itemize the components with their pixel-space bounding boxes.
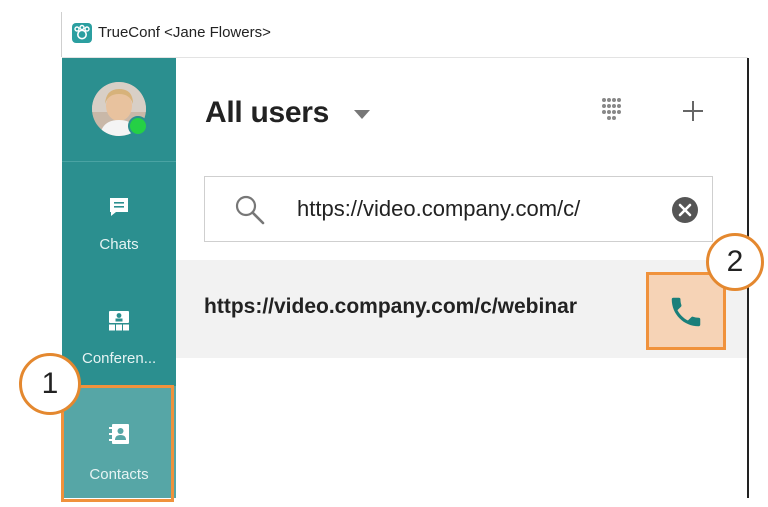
sidebar-item-label: Chats	[99, 236, 139, 253]
clear-search-icon[interactable]	[671, 196, 699, 224]
search-icon	[233, 193, 267, 227]
phone-icon	[671, 297, 701, 327]
window-title: TrueConf <Jane Flowers>	[98, 24, 271, 41]
result-address: https://video.company.com/c/webinar	[204, 295, 578, 318]
chevron-down-icon[interactable]	[354, 110, 370, 119]
step-callout-1: 1	[19, 353, 81, 415]
search-input[interactable]: https://video.company.com/c/	[204, 176, 713, 242]
call-button[interactable]	[646, 272, 726, 350]
contacts-filter-title[interactable]: All users	[205, 96, 329, 130]
list-item[interactable]: https://video.company.com/c/webinar	[176, 260, 747, 358]
dialpad-icon[interactable]	[598, 96, 626, 126]
online-status-indicator	[128, 116, 148, 136]
conference-icon	[107, 309, 131, 333]
plus-icon[interactable]	[680, 98, 706, 124]
title-bar: TrueConf <Jane Flowers>	[62, 12, 748, 58]
step-callout-2: 2	[706, 233, 764, 291]
contacts-highlight-frame	[61, 385, 174, 502]
user-avatar-button[interactable]	[92, 82, 148, 136]
trueconf-logo-icon	[72, 23, 92, 43]
sidebar-item-chats[interactable]: Chats	[62, 183, 176, 263]
contacts-panel: All users https://video.company.com/c/ h…	[176, 58, 747, 498]
sidebar-divider	[62, 161, 176, 162]
sidebar-item-label: Conferen...	[82, 350, 157, 367]
sidebar-item-conferences[interactable]: Conferen...	[62, 298, 176, 378]
chat-icon	[107, 195, 131, 219]
search-input-value: https://video.company.com/c/	[297, 196, 581, 221]
